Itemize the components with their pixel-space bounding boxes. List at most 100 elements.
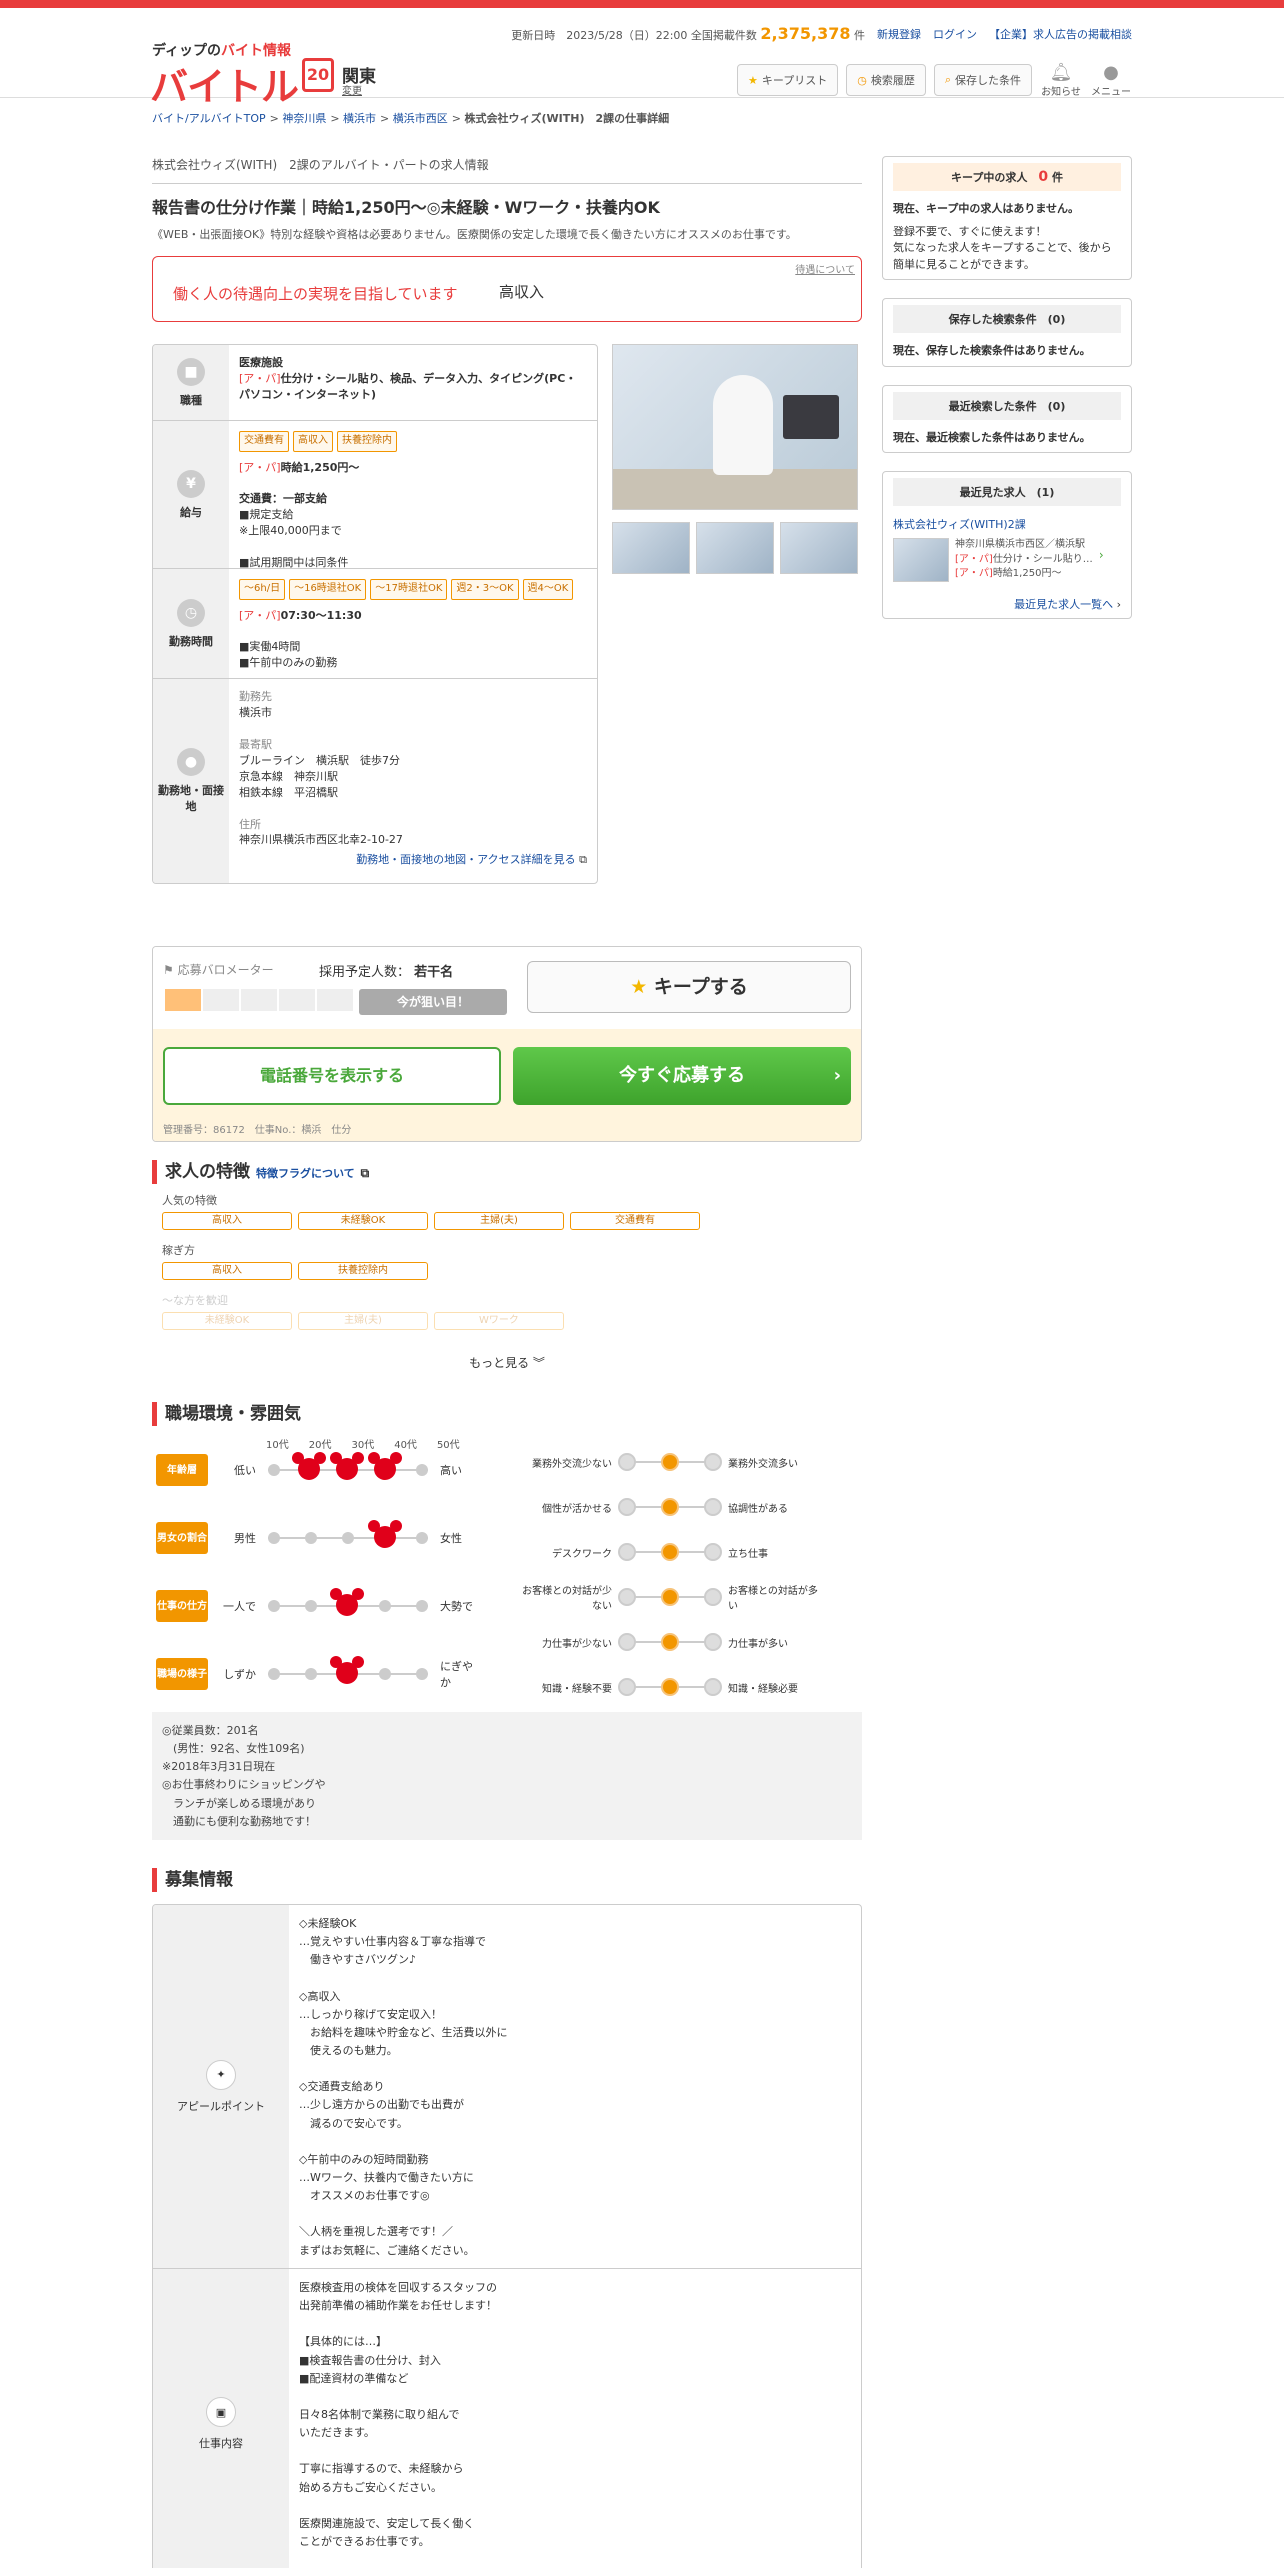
- saved-conditions-button[interactable]: ⌕ 保存した条件: [933, 64, 1032, 96]
- listing-count: 2,375,378: [760, 24, 851, 43]
- thumbnails: [612, 522, 862, 574]
- type-prefix: [ア・パ]: [239, 371, 281, 385]
- env-badge: 年齢層: [156, 1454, 208, 1486]
- header-info: 更新日時 2023/5/28（日）22:00 全国掲載件数 2,375,378 …: [511, 24, 1132, 43]
- right-scale: [618, 1633, 722, 1651]
- apply-label: 今すぐ応募する: [619, 1065, 745, 1086]
- tag: ～17時退社OK: [370, 579, 448, 600]
- show-more-button[interactable]: もっと見る ︾: [152, 1354, 862, 1371]
- thumbnail[interactable]: [780, 522, 858, 574]
- scale-dot: [268, 1532, 280, 1544]
- recent-view-box: 最近見た求人 (1) 株式会社ウィズ(WITH)2課 神奈川県横浜市西区／横浜駅…: [882, 471, 1132, 619]
- feature-category: 稼ぎ方: [162, 1244, 195, 1257]
- search-history-button[interactable]: ◷ 検索履歴: [846, 64, 926, 96]
- scale-left: 知識・経験不要: [542, 1683, 612, 1695]
- feature-flag-link[interactable]: 特徴フラグについて: [256, 1167, 355, 1180]
- workplace-env: 10代 20代 30代 40代 50代 年齢層 低い 高い 男女の割合 男性 女性 仕事の仕方 一…: [152, 1436, 862, 1726]
- pin-icon: ●: [177, 748, 205, 776]
- scale-dot: [704, 1543, 722, 1561]
- mouse-marker: [292, 1452, 326, 1480]
- age-label: 20代: [308, 1440, 332, 1451]
- feature-tag[interactable]: 主婦(夫): [298, 1312, 428, 1330]
- feature-tag[interactable]: 交通費有: [570, 1212, 700, 1230]
- photo-gallery: [612, 344, 862, 574]
- pr-message: 働く人の待遇向上の実現を目指しています: [173, 285, 458, 303]
- address: 神奈川県横浜市西区北幸2-10-27: [239, 833, 403, 847]
- info-head: ■ 職種: [153, 345, 229, 420]
- tag: ～6h/日: [239, 579, 286, 600]
- register-link[interactable]: 新規登録: [877, 26, 921, 42]
- breadcrumb-city[interactable]: 横浜市: [343, 112, 376, 125]
- pr-feature: 高収入: [499, 283, 545, 301]
- apply-now-button[interactable]: 今すぐ応募する ›: [513, 1047, 851, 1105]
- feature-tag[interactable]: 主婦(夫): [434, 1212, 564, 1230]
- age-label: 40代: [394, 1440, 417, 1451]
- site-header: ディップのバイト情報 バイトル 20 関東 変更 更新日時 2023/5/28（…: [0, 8, 1284, 109]
- feature-tag[interactable]: 未経験OK: [298, 1212, 428, 1230]
- feature-tag[interactable]: 高収入: [162, 1212, 292, 1230]
- menu-label: メニュー: [1091, 87, 1131, 98]
- menu-button[interactable]: ● メニュー: [1090, 62, 1132, 98]
- env-badge: 男女の割合: [156, 1522, 208, 1554]
- meter-bars: [165, 989, 353, 1011]
- scale-selected: [661, 1453, 679, 1471]
- recent-company-link[interactable]: 株式会社ウィズ(WITH)2課: [893, 518, 1026, 531]
- map-link[interactable]: 勤務地・面接地の地図・アクセス詳細を見る: [356, 853, 575, 866]
- scale-right: 力仕事が多い: [728, 1638, 788, 1650]
- breadcrumb-top[interactable]: バイト/アルバイトTOP: [152, 112, 266, 125]
- yen-icon: ¥: [177, 469, 205, 498]
- env-right-row: お客様との対話が少ない お客様との対話が多い: [522, 1586, 818, 1612]
- mouse-marker: [330, 1588, 364, 1616]
- keep-button[interactable]: ★ キープする: [527, 961, 851, 1013]
- recent-item[interactable]: 神奈川県横浜市西区／横浜駅 [ア・パ]仕分け・シール貼り… [ア・パ]時給1,250…: [893, 538, 1121, 582]
- anniversary-badge: 20: [302, 58, 334, 92]
- meter-label: ⚑ 応募バロメーター: [163, 961, 274, 978]
- clock-icon: ◷: [177, 598, 205, 627]
- briefcase-icon: ■: [177, 357, 205, 386]
- scale-dot: [379, 1600, 391, 1612]
- scale-dot: [305, 1668, 317, 1680]
- info-body: 交通費有 高収入 扶養控除内 [ア・パ]時給1,250円～ 交通費：一部支給 ■規定…: [229, 421, 597, 569]
- login-link[interactable]: ログイン: [933, 26, 977, 42]
- sidebar: キープ中の求人 0 件 現在、キープ中の求人はありません。 登録不要で、すぐに使…: [882, 156, 1132, 637]
- thumbnail[interactable]: [612, 522, 690, 574]
- feature-tag[interactable]: Wワーク: [434, 1312, 564, 1330]
- breadcrumb-ward[interactable]: 横浜市西区: [393, 112, 448, 125]
- env-right-row: デスクワーク 立ち仕事: [522, 1542, 818, 1562]
- photo-monitor: [783, 395, 839, 439]
- breadcrumb-pref[interactable]: 神奈川県: [282, 112, 326, 125]
- time-note: ■午前中のみの勤務: [239, 656, 338, 670]
- scale-dot: [305, 1600, 317, 1612]
- info-area: ■ 職種 医療施設 [ア・パ]仕分け・シール貼り、検品、データ入力、タイピング(PC…: [152, 344, 862, 884]
- star-icon: ★: [630, 976, 648, 998]
- wage-note: ■規定支給: [239, 508, 294, 522]
- meter-message: 今が狙い目！: [359, 989, 507, 1015]
- info-label: 勤務地・面接地: [158, 784, 224, 813]
- notice-button[interactable]: 🔔︎ お知らせ: [1040, 62, 1082, 98]
- feature-tag[interactable]: 未経験OK: [162, 1312, 292, 1330]
- scale-dot: [704, 1498, 722, 1516]
- wage-note: ※上限40,000円まで: [239, 524, 342, 538]
- photo-person: [713, 375, 773, 475]
- bell-icon: 🔔︎: [1049, 62, 1073, 83]
- keep-list-button[interactable]: ★ キープリスト: [737, 64, 839, 96]
- scale-right: 高い: [440, 1464, 462, 1477]
- work-scale: [268, 1588, 428, 1616]
- region-change-link[interactable]: 変更: [342, 82, 362, 97]
- site-logo[interactable]: バイトル: [150, 56, 299, 111]
- show-phone-button[interactable]: 電話番号を表示する: [163, 1047, 501, 1105]
- recent-list-link[interactable]: 最近見た求人一覧へ: [1014, 598, 1113, 611]
- main-photo[interactable]: [612, 344, 858, 510]
- feature-tag[interactable]: 高収入: [162, 1262, 292, 1280]
- keep-unit: 件: [1051, 171, 1063, 184]
- tag: 週4～OK: [522, 579, 574, 600]
- corp-ad-link[interactable]: 【企業】求人広告の掲載相談: [989, 26, 1132, 42]
- scale-dot: [268, 1600, 280, 1612]
- treatment-link[interactable]: 待遇について: [795, 261, 855, 276]
- thumbnail[interactable]: [696, 522, 774, 574]
- keep-empty: 現在、キープ中の求人はありません。: [893, 202, 1080, 215]
- right-scale: [618, 1453, 722, 1471]
- info-row-shokushu: ■ 職種 医療施設 [ア・パ]仕分け・シール貼り、検品、データ入力、タイピング(PC…: [153, 345, 597, 421]
- history-label: 検索履歴: [870, 74, 915, 87]
- feature-tag[interactable]: 扶養控除内: [298, 1262, 428, 1280]
